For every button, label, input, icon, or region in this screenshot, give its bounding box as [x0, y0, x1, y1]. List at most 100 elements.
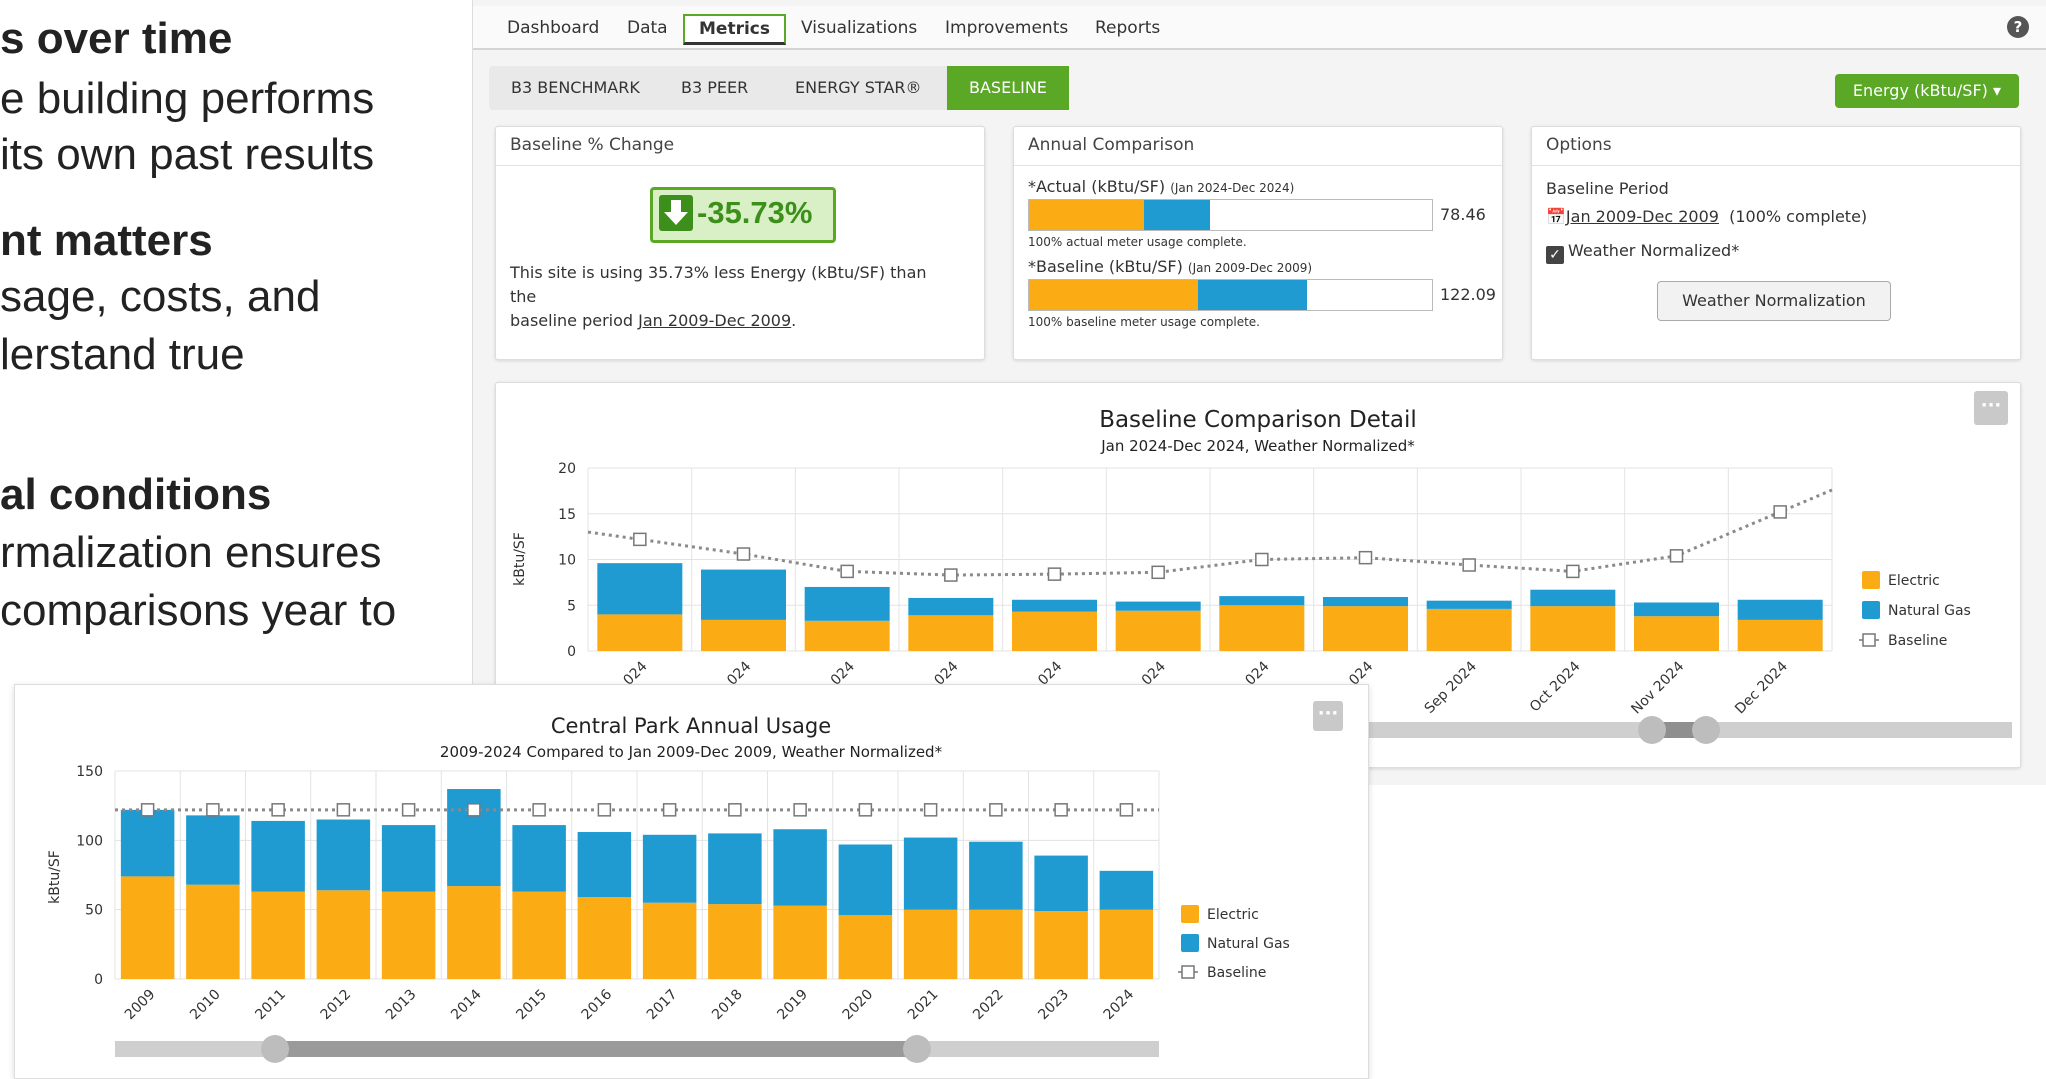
nav-metrics[interactable]: Metrics: [683, 14, 786, 45]
range-slider-selection[interactable]: [277, 1041, 917, 1057]
bar-electric: [1011, 611, 1098, 651]
period-link[interactable]: Jan 2009-Dec 2009: [1566, 207, 1719, 226]
legend-label: Baseline: [1888, 633, 1947, 649]
range-slider-handle-left[interactable]: [1638, 716, 1666, 744]
weather-normalized-row: ✓ Weather Normalized*: [1546, 241, 1739, 264]
y-tick-label: 20: [558, 461, 576, 477]
x-tick-label: 2017: [644, 987, 681, 1024]
slide-line: comparisons year to: [0, 586, 397, 635]
x-tick-label: 2016: [579, 986, 616, 1023]
baseline-electric-segment: [1029, 280, 1199, 310]
x-tick-label: 2015: [513, 987, 550, 1024]
range-slider-handle-left[interactable]: [261, 1035, 289, 1063]
legend-marker: [1862, 633, 1876, 647]
bar-natural-gas: [1737, 599, 1823, 620]
bar-electric: [381, 891, 436, 979]
bar-natural-gas: [1011, 599, 1098, 612]
bar-natural-gas: [700, 569, 787, 620]
x-tick-label: Dec 2024: [1732, 658, 1791, 717]
bar-electric: [700, 619, 787, 651]
baseline-point: [206, 803, 220, 817]
bar-electric: [773, 905, 827, 979]
x-tick-label: Sep 2024: [1422, 658, 1480, 716]
bar-natural-gas: [1219, 596, 1305, 606]
card-title: Baseline % Change: [510, 135, 675, 155]
help-icon[interactable]: ?: [2007, 16, 2029, 38]
baseline-point: [1669, 549, 1684, 563]
x-tick-label: 2011: [252, 987, 289, 1024]
slide-heading-2: nt matters: [0, 216, 213, 265]
legend-marker: [1181, 934, 1199, 952]
bar-natural-gas: [903, 837, 958, 910]
legend-label: Natural Gas: [1207, 936, 1290, 952]
chart-title: Baseline Comparison Detail: [1099, 407, 1417, 433]
bar-electric: [1034, 911, 1088, 979]
baseline-point: [662, 803, 677, 817]
bar-natural-gas: [1099, 870, 1154, 910]
slide-line: sage, costs, and: [0, 272, 321, 321]
bar-natural-gas: [1034, 855, 1088, 912]
bar-electric: [642, 902, 697, 979]
y-tick-label: 0: [94, 972, 103, 988]
range-slider-handle-right[interactable]: [1692, 716, 1720, 744]
baseline-point: [633, 532, 647, 547]
x-tick-label: 2009: [122, 987, 159, 1024]
baseline-point: [336, 803, 351, 817]
nav-reports[interactable]: Reports: [1081, 14, 1174, 42]
x-tick-label: 2024: [1101, 986, 1138, 1023]
bar-electric: [1099, 909, 1154, 979]
bar-natural-gas: [577, 832, 632, 898]
subtab-baseline[interactable]: BASELINE: [947, 66, 1069, 110]
y-tick-label: 10: [558, 553, 576, 569]
annual-usage-chart: Central Park Annual Usage 2009-2024 Comp…: [47, 714, 1290, 1024]
weather-normalized-checkbox[interactable]: ✓: [1546, 246, 1564, 264]
baseline-point: [1255, 552, 1269, 567]
baseline-point: [1054, 803, 1068, 817]
bar-natural-gas: [381, 825, 436, 892]
subtab-energy-star[interactable]: ENERGY STAR®: [773, 66, 944, 110]
energy-unit-dropdown[interactable]: Energy (kBtu/SF) ▾: [1834, 74, 2019, 108]
bar-electric: [1322, 606, 1409, 651]
percent-change-badge: -35.73%: [650, 187, 836, 243]
bar-electric: [1530, 606, 1616, 651]
actual-label: *Actual (kBtu/SF) (Jan 2024-Dec 2024): [1028, 177, 1295, 196]
subtab-b3-benchmark[interactable]: B3 BENCHMARK: [489, 66, 662, 110]
y-tick-label: 0: [567, 644, 576, 660]
bar-electric: [903, 909, 958, 979]
baseline-point: [1773, 505, 1787, 519]
baseline-note: 100% baseline meter usage complete.: [1028, 315, 1260, 329]
range-slider-handle-right[interactable]: [903, 1035, 931, 1063]
slide-heading-3: al conditions: [0, 470, 272, 519]
legend-label: Natural Gas: [1888, 603, 1971, 619]
y-tick-label: 5: [567, 598, 576, 614]
bar-electric: [186, 884, 240, 979]
bar-electric: [1426, 608, 1512, 651]
baseline-point: [840, 564, 854, 579]
bar-natural-gas: [316, 819, 371, 891]
baseline-point: [597, 803, 612, 817]
app-window: Dashboard Data Metrics Visualizations Im…: [472, 0, 2046, 785]
legend-marker: [1862, 601, 1880, 619]
baseline-point: [1119, 803, 1134, 817]
nav-improvements[interactable]: Improvements: [931, 14, 1082, 42]
chart-subtitle: Jan 2024-Dec 2024, Weather Normalized*: [1100, 437, 1415, 455]
y-axis-label: kBtu/SF: [512, 532, 528, 586]
nav-visualizations[interactable]: Visualizations: [787, 14, 931, 42]
x-tick-label: 2023: [1035, 987, 1072, 1024]
legend-marker: [1181, 965, 1195, 979]
baseline-period-label: Baseline Period: [1546, 179, 1669, 198]
y-axis-label: kBtu/SF: [47, 850, 63, 904]
x-tick-label: 2012: [318, 987, 355, 1024]
calendar-icon: 📅: [1546, 207, 1566, 226]
nav-data[interactable]: Data: [613, 14, 682, 42]
baseline-point: [989, 803, 1003, 817]
bar-electric: [251, 891, 305, 979]
annual-comparison-card: Annual Comparison *Actual (kBtu/SF) (Jan…: [1013, 126, 1503, 360]
x-tick-label: 2014: [448, 986, 485, 1023]
baseline-period-link[interactable]: Jan 2009-Dec 2009: [638, 311, 791, 330]
subtab-b3-peer[interactable]: B3 PEER: [659, 66, 770, 110]
weather-normalization-button[interactable]: Weather Normalization: [1657, 281, 1891, 321]
nav-dashboard[interactable]: Dashboard: [493, 14, 613, 42]
bar-natural-gas: [1322, 597, 1409, 607]
percent-change-value: -35.73%: [697, 195, 813, 230]
